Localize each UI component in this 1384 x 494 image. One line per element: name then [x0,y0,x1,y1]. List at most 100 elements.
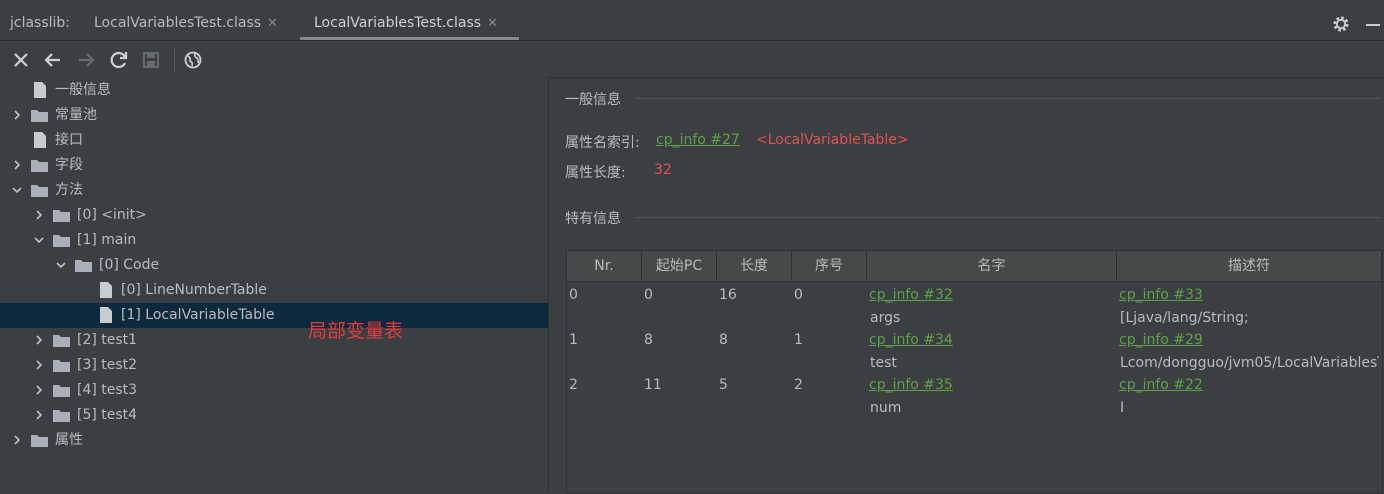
file-icon [100,307,112,323]
tree-node-label: [0] <init> [77,207,147,223]
structure-tree: 一般信息常量池 接口字段方法 [0] <init> [1] main [0] Code [… [0,77,548,492]
chevron-right-icon[interactable] [34,385,44,395]
tree-node[interactable]: 字段 [0,153,548,178]
table-cell-start-pc: 0 [644,287,653,303]
chevron-down-icon[interactable] [56,260,66,270]
tree-node-label: [1] main [77,232,137,248]
column-header-nr[interactable]: Nr. [567,251,642,282]
table-cell-descriptor-link[interactable]: cp_info #22 [1119,377,1203,393]
table-cell-name-value: test [870,355,897,371]
folder-icon [53,210,70,222]
chevron-right-icon[interactable] [12,110,22,120]
folder-icon [31,160,48,172]
table-cell-name-value: num [870,400,902,416]
tree-node-label: [1] LocalVariableTable [121,307,275,323]
tree-node[interactable]: 属性 [0,428,548,453]
table-cell-descriptor-value: Lcom/dongguo/jvm05/LocalVariablesTest; [1120,355,1379,371]
chevron-right-icon[interactable] [12,435,22,445]
tree-node[interactable]: [1] LocalVariableTable [0,303,548,328]
tree-node[interactable]: 接口 [0,128,548,153]
folder-icon [31,110,48,122]
refresh-icon[interactable] [108,49,130,71]
toolbar-separator [174,49,175,71]
tab-localvariablestest-2[interactable]: LocalVariablesTest.class ✕ [314,15,498,31]
tree-node[interactable]: [2] test1 [0,328,548,353]
folder-icon [53,360,70,372]
tree-node[interactable]: 一般信息 [0,78,548,103]
table-cell-name-link[interactable]: cp_info #35 [869,377,953,393]
tab-label: LocalVariablesTest.class [314,15,482,31]
specific-info-title: 特有信息 [565,211,621,227]
tree-node-label: 方法 [55,182,83,198]
save-icon[interactable] [140,49,162,71]
table-cell-index: 1 [794,332,803,348]
globe-icon[interactable] [182,49,204,71]
section-divider [635,217,1380,218]
tree-node[interactable]: [3] test2 [0,353,548,378]
table-cell-nr: 0 [569,287,578,303]
column-header-start-pc[interactable]: 起始PC [642,251,717,282]
column-header-index[interactable]: 序号 [792,251,867,282]
local-variable-table: Nr. 起始PC 长度 序号 名字 描述符 0 0 16 0 cp_info #32 args cp_i… [566,250,1383,494]
toolbar [0,41,1384,78]
table-cell-length: 5 [719,377,728,393]
folder-icon [53,385,70,397]
table-cell-descriptor-value: I [1120,400,1125,416]
column-header-name[interactable]: 名字 [867,251,1117,282]
tree-node[interactable]: [0] Code [0,253,548,278]
tree-node[interactable]: [5] test4 [0,403,548,428]
arrow-right-icon[interactable] [75,49,97,71]
close-icon[interactable]: ✕ [267,16,278,31]
table-cell-length: 16 [719,287,737,303]
file-icon [34,132,46,148]
tab-localvariablestest-1[interactable]: LocalVariablesTest.class ✕ [94,15,278,31]
tree-node[interactable]: 方法 [0,178,548,203]
tree-node-label: 一般信息 [55,82,111,98]
chevron-right-icon[interactable] [34,410,44,420]
column-header-length[interactable]: 长度 [717,251,792,282]
gear-icon[interactable] [1331,14,1351,34]
folder-icon [53,235,70,247]
section-divider [635,98,1380,99]
chevron-right-icon[interactable] [12,160,22,170]
tree-node-label: [2] test1 [77,332,138,348]
name-index-link[interactable]: cp_info #27 [656,132,740,148]
tree-node-label: 字段 [55,157,83,173]
tree-node[interactable]: [0] <init> [0,203,548,228]
chevron-right-icon[interactable] [34,360,44,370]
table-cell-descriptor-link[interactable]: cp_info #29 [1119,332,1203,348]
tree-node[interactable]: 常量池 [0,103,548,128]
folder-icon [53,335,70,347]
folder-icon [31,185,48,197]
minimize-icon[interactable] [1366,24,1380,26]
file-icon [34,82,46,98]
column-header-descriptor[interactable]: 描述符 [1117,251,1382,282]
app-label: jclasslib: [10,15,71,31]
general-info-title: 一般信息 [565,92,621,108]
tree-node[interactable]: [4] test3 [0,378,548,403]
close-icon[interactable] [10,49,32,71]
active-tab-indicator [300,37,519,40]
annotation-text: 局部变量表 [308,320,404,342]
chevron-down-icon[interactable] [12,185,22,195]
table-cell-name-link[interactable]: cp_info #34 [869,332,953,348]
folder-icon [53,410,70,422]
tree-node-label: 属性 [55,432,83,448]
tree-node-label: [0] LineNumberTable [121,282,267,298]
table-cell-descriptor-link[interactable]: cp_info #33 [1119,287,1203,303]
table-cell-name-value: args [870,310,901,326]
tree-node-label: [3] test2 [77,357,138,373]
arrow-left-icon[interactable] [42,49,64,71]
close-icon[interactable]: ✕ [487,16,498,31]
table-cell-descriptor-value: [Ljava/lang/String; [1120,310,1249,326]
table-cell-name-link[interactable]: cp_info #32 [869,287,953,303]
table-cell-nr: 2 [569,377,578,393]
pane-divider[interactable] [548,77,549,492]
chevron-right-icon[interactable] [34,335,44,345]
attribute-length-value: 32 [654,162,672,178]
chevron-right-icon[interactable] [34,210,44,220]
tree-node[interactable]: [0] LineNumberTable [0,278,548,303]
tree-node[interactable]: [1] main [0,228,548,253]
table-cell-length: 8 [719,332,728,348]
chevron-down-icon[interactable] [34,235,44,245]
